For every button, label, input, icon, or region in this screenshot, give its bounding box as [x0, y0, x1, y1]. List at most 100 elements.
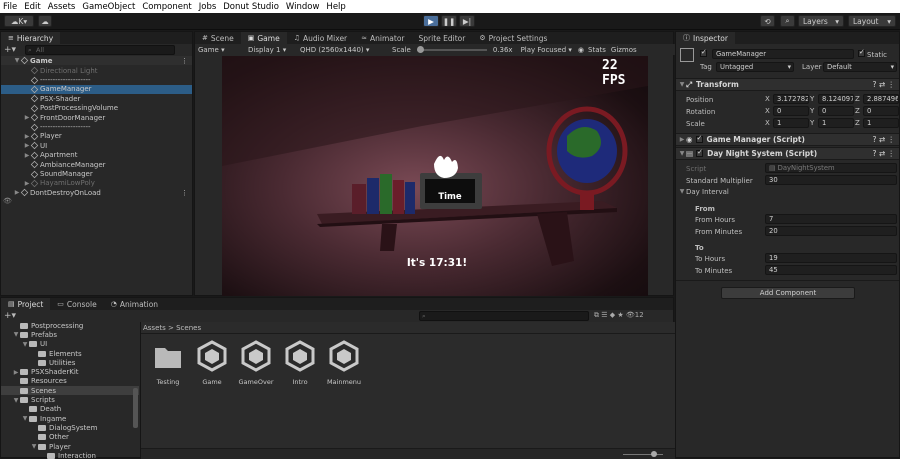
folder-tree-scrollbar[interactable] — [133, 388, 138, 428]
folder-tree-item[interactable]: ▼ Scripts — [1, 395, 139, 404]
slider-thumb[interactable] — [651, 451, 657, 457]
transform-y-field[interactable]: 1 — [818, 118, 854, 128]
hierarchy-item[interactable]: Directional Light — [1, 66, 192, 75]
from-minutes-field[interactable]: 20 — [765, 226, 897, 236]
hierarchy-item[interactable]: ▶ HayamiLowPoly — [1, 179, 192, 188]
axis-label-y[interactable]: Y — [810, 95, 814, 103]
tab-console[interactable]: ▭ Console — [50, 298, 103, 310]
menu-item-edit[interactable]: Edit — [24, 2, 40, 12]
tab-hierarchy[interactable]: ≡ Hierarchy — [1, 32, 61, 44]
menu-item-gameobject[interactable]: GameObject — [82, 2, 135, 12]
folder-tree-item[interactable]: DialogSystem — [1, 423, 139, 432]
menu-item-help[interactable]: Help — [326, 2, 345, 12]
folder-tree-item[interactable]: Resources — [1, 377, 139, 386]
chevron-right-icon[interactable]: ▶ — [23, 114, 31, 121]
day-night-header[interactable]: ▼ ▤ Day Night System (Script) ? ⇄ ⋮ — [676, 147, 899, 160]
display-dropdown[interactable]: Display 1 ▾ — [248, 46, 300, 54]
axis-label-x[interactable]: X — [765, 119, 770, 127]
hierarchy-item[interactable]: -------------------- — [1, 75, 192, 84]
hierarchy-item[interactable]: PostProcessingVolume — [1, 104, 192, 113]
axis-label-y[interactable]: Y — [810, 107, 814, 115]
axis-label-x[interactable]: X — [765, 107, 770, 115]
project-toolbar-icons[interactable]: ⧉ ☰ ◆ ★ 👁12 — [594, 311, 644, 320]
hierarchy-item[interactable]: ▶ UI — [1, 141, 192, 150]
chevron-down-icon[interactable]: ▼ — [12, 397, 20, 404]
chevron-down-icon[interactable]: ▼ — [21, 341, 29, 348]
tab-project[interactable]: ▤ Project — [1, 298, 51, 310]
kebab-menu-icon[interactable]: ⋮ — [181, 57, 188, 65]
hierarchy-item[interactable]: -------------------- — [1, 122, 192, 131]
menu-item-component[interactable]: Component — [142, 2, 191, 12]
tab-sprite-editor[interactable]: Sprite Editor — [412, 32, 473, 44]
cloud-button[interactable]: ☁ — [38, 15, 52, 27]
step-button[interactable]: ▶| — [459, 15, 475, 27]
asset-item[interactable]: Intro — [278, 340, 322, 386]
transform-z-field[interactable]: 2.887496 — [863, 94, 899, 104]
tab-audio-mixer[interactable]: ♫ Audio Mixer — [287, 32, 354, 44]
hierarchy-item[interactable]: GameManager — [1, 84, 192, 95]
hierarchy-item[interactable]: ▶ Player — [1, 132, 192, 141]
multiplier-field[interactable]: 30 — [765, 175, 897, 185]
hierarchy-item[interactable]: AmbianceManager — [1, 160, 192, 169]
game-render[interactable]: 22 FPS Time It's 17:31! — [222, 56, 648, 296]
stats-button[interactable]: Stats — [588, 46, 606, 54]
menu-item-jobs[interactable]: Jobs — [199, 2, 217, 12]
game-manager-header[interactable]: ▶ ◉ Game Manager (Script) ? ⇄ ⋮ — [676, 133, 899, 146]
kebab-menu-icon[interactable]: ⋮ — [181, 189, 188, 197]
transform-x-field[interactable]: 1 — [773, 118, 809, 128]
hierarchy-item[interactable]: PSX-Shader — [1, 94, 192, 103]
day-interval-row[interactable]: ▼ Day Interval — [676, 186, 899, 197]
folder-tree-item[interactable]: Postprocessing — [1, 321, 139, 330]
hierarchy-item[interactable]: ▶ FrontDoorManager — [1, 113, 192, 122]
axis-label-z[interactable]: Z — [855, 107, 860, 115]
menu-item-window[interactable]: Window — [286, 2, 320, 12]
chevron-right-icon[interactable]: ▶ — [23, 142, 31, 149]
chevron-down-icon[interactable]: ▼ — [21, 415, 29, 422]
chevron-right-icon[interactable]: ▶ — [13, 189, 21, 196]
search-button[interactable]: ⌕ — [780, 15, 795, 27]
chevron-down-icon[interactable]: ▼ — [12, 331, 20, 338]
hierarchy-search-input[interactable]: ⌕ All — [25, 45, 175, 55]
active-checkbox[interactable] — [700, 48, 707, 57]
to-hours-field[interactable]: 19 — [765, 253, 897, 263]
tab-scene[interactable]: # Scene — [195, 32, 241, 44]
chevron-down-icon[interactable]: ▼ — [30, 443, 38, 450]
tab-game[interactable]: ▣ Game — [240, 32, 287, 44]
display-mode-dropdown[interactable]: Game ▾ — [198, 46, 248, 54]
transform-y-field[interactable]: 0 — [818, 106, 854, 116]
menu-item-assets[interactable]: Assets — [48, 2, 76, 12]
gizmos-dropdown[interactable]: Gizmos — [611, 46, 637, 54]
layer-dropdown[interactable]: Default ▾ — [823, 62, 897, 72]
transform-x-field[interactable]: 3.172782 — [773, 94, 809, 104]
transform-x-field[interactable]: 0 — [773, 106, 809, 116]
mute-audio-icon[interactable]: ◉ — [578, 46, 584, 54]
transform-z-field[interactable]: 1 — [863, 118, 899, 128]
folder-tree-item[interactable]: Utilities — [1, 358, 139, 367]
history-button[interactable]: ⟲ — [760, 15, 775, 27]
add-component-button[interactable]: Add Component — [721, 287, 855, 299]
transform-header[interactable]: ▼ ⤢ Transform ? ⇄ ⋮ — [676, 78, 899, 91]
chevron-right-icon[interactable]: ▶ — [12, 369, 20, 376]
account-button[interactable]: ☁ K ▾ — [4, 15, 34, 27]
tab-project-settings[interactable]: ⚙ Project Settings — [472, 32, 554, 44]
from-hours-field[interactable]: 7 — [765, 214, 897, 224]
component-menu-icons[interactable]: ? ⇄ ⋮ — [872, 149, 895, 158]
play-mode-dropdown[interactable]: Play Focused ▾ — [521, 46, 572, 54]
component-menu-icons[interactable]: ? ⇄ ⋮ — [872, 80, 895, 89]
menu-item-file[interactable]: File — [3, 2, 17, 12]
tag-dropdown[interactable]: Untagged ▾ — [716, 62, 794, 72]
folder-tree-item[interactable]: ▼ Prefabs — [1, 330, 139, 339]
folder-tree-item[interactable]: ▶ PSXShaderKit — [1, 368, 139, 377]
asset-item[interactable]: Mainmenu — [322, 340, 366, 386]
tab-animator[interactable]: ≈ Animator — [354, 32, 411, 44]
pause-button[interactable]: ❚❚ — [441, 15, 457, 27]
hierarchy-item[interactable]: ▶ Apartment — [1, 151, 192, 160]
axis-label-y[interactable]: Y — [810, 119, 814, 127]
folder-tree-item[interactable]: Death — [1, 405, 139, 414]
component-enabled-checkbox[interactable] — [695, 134, 703, 143]
play-button[interactable]: ▶ — [423, 15, 439, 27]
layout-dropdown[interactable]: Layout ▾ — [848, 15, 896, 27]
layers-dropdown[interactable]: Layers ▾ — [798, 15, 844, 27]
breadcrumb-assets[interactable]: Assets — [143, 324, 166, 332]
breadcrumb-scenes[interactable]: Scenes — [176, 324, 201, 332]
